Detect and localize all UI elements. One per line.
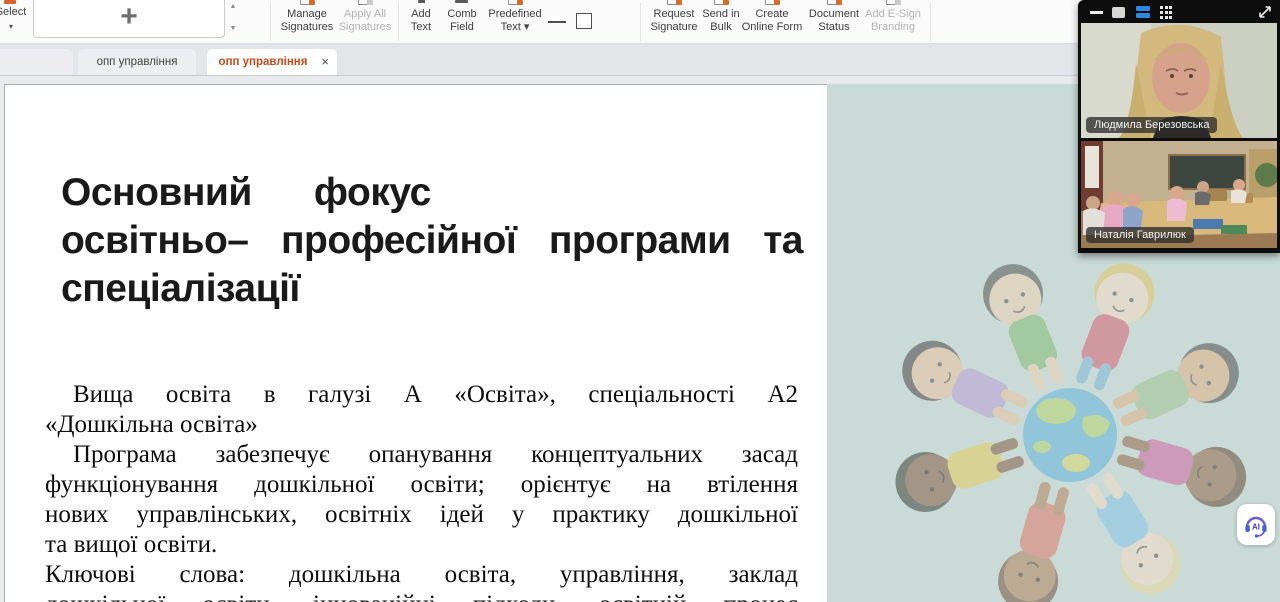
- plus-icon: +: [120, 3, 138, 31]
- add-esign-branding-label: Add E-Sign Branding: [865, 8, 921, 33]
- apply-all-signatures-button: Apply All Signatures: [336, 0, 394, 44]
- overlay-titlebar: [1078, 0, 1280, 22]
- minimize-icon[interactable]: [1090, 11, 1103, 14]
- body-line: функціонування дошкільної освіти; орієнт…: [45, 470, 798, 500]
- comb-field-button[interactable]: Comb Field: [442, 0, 482, 44]
- globe-icon: [1023, 388, 1117, 482]
- create-online-form-button[interactable]: Create Online Form: [740, 0, 804, 44]
- apply-all-signatures-icon: [357, 0, 373, 5]
- toolbar-separator: [270, 3, 271, 41]
- app-window: { "toolbar": { "select": { "label": "Sel…: [0, 0, 1280, 602]
- send-in-bulk-button[interactable]: Send in Bulk: [702, 0, 740, 44]
- add-esign-branding-button: Add E-Sign Branding: [862, 0, 924, 44]
- body-line: «Дошкільна освіта»: [45, 410, 798, 440]
- participant-video-1[interactable]: Людмила Березовська: [1081, 23, 1277, 138]
- tab-label: опп управління: [219, 56, 308, 68]
- predefined-text-button[interactable]: Predefined Text ▾: [486, 0, 544, 44]
- predefined-text-label: Predefined Text ▾: [488, 8, 541, 33]
- pdf-page: Основний фокус освітньо– професійної про…: [4, 84, 827, 602]
- add-text-icon: [417, 0, 425, 5]
- add-esign-branding-icon: [885, 0, 901, 5]
- line-field-tool-icon[interactable]: [548, 21, 566, 23]
- expand-icon[interactable]: [1258, 5, 1272, 19]
- body-line: Програма забезпечує опанування концептуа…: [45, 440, 798, 470]
- tab-opp-upravlinnia-1[interactable]: опп управління: [78, 49, 196, 75]
- heading-line: Основний фокус: [61, 169, 803, 217]
- tab-partial[interactable]: [0, 49, 73, 75]
- gallery-view-icon[interactable]: [1160, 6, 1173, 19]
- document-status-label: Document Status: [809, 8, 859, 33]
- close-tab-icon[interactable]: ×: [321, 54, 329, 69]
- participant-name-badge: Людмила Березовська: [1086, 117, 1217, 133]
- request-signature-icon: [666, 0, 682, 5]
- participant-video-2[interactable]: Наталія Гаврилюк: [1081, 141, 1277, 248]
- comb-field-icon: [454, 0, 470, 5]
- select-icon: [4, 0, 16, 4]
- slide-heading: Основний фокус освітньо– професійної про…: [61, 169, 803, 313]
- send-in-bulk-label: Send in Bulk: [702, 8, 739, 33]
- body-line: нових управлінських, освітніх ідей у пра…: [45, 500, 798, 530]
- tab-label: опп управління: [97, 56, 178, 68]
- video-call-overlay[interactable]: Людмила Березовська Наталія Гаврилюк: [1078, 0, 1280, 253]
- body-line: Вища освіта в галузі А «Освіта», спеціал…: [45, 380, 798, 410]
- body-line: та вищої освіти.: [45, 530, 798, 560]
- ai-headset-icon: AI: [1242, 511, 1270, 539]
- body-line: дошкільної освіти, інноваційні підходи, …: [45, 590, 798, 602]
- manage-signatures-label: Manage Signatures: [281, 8, 334, 33]
- rectangle-field-tool-icon[interactable]: [576, 13, 592, 29]
- toolbar-separator: [398, 3, 399, 41]
- add-signature-box[interactable]: +: [33, 0, 225, 38]
- document-status-button[interactable]: Document Status: [806, 0, 862, 44]
- select-label: Select: [0, 6, 26, 18]
- active-view-icon[interactable]: [1136, 6, 1150, 19]
- request-signature-label: Request Signature: [650, 8, 697, 33]
- comb-field-label: Comb Field: [447, 8, 476, 33]
- speaker-view-icon[interactable]: [1112, 7, 1125, 18]
- apply-all-signatures-label: Apply All Signatures: [339, 8, 392, 33]
- spinner-down-icon[interactable]: ▼: [227, 22, 239, 36]
- add-text-label: Add Text: [411, 8, 431, 33]
- manage-signatures-icon: [299, 0, 315, 5]
- ai-assistant-button[interactable]: AI: [1237, 504, 1275, 545]
- heading-line: освітньо– професійної програми та: [61, 217, 803, 265]
- toolbar-separator: [640, 3, 641, 41]
- signature-list-spinner: ▲ ▼: [227, 0, 239, 36]
- create-online-form-icon: [764, 0, 780, 5]
- document-status-icon: [826, 0, 842, 5]
- request-signature-button[interactable]: Request Signature: [648, 0, 700, 44]
- heading-line: спеціалізації: [61, 265, 803, 313]
- chevron-down-icon: ▾: [0, 20, 32, 33]
- select-button[interactable]: Select ▾: [0, 0, 32, 44]
- add-text-button[interactable]: Add Text: [402, 0, 440, 44]
- body-line: Ключові слова: дошкільна освіта, управлі…: [45, 560, 798, 590]
- tab-opp-upravlinnia-2-active[interactable]: опп управління ×: [207, 49, 337, 75]
- toolbar-separator: [930, 3, 931, 41]
- slide-body-text: Вища освіта в галузі А «Освіта», спеціал…: [45, 380, 798, 602]
- send-in-bulk-icon: [713, 0, 729, 5]
- participant-name-badge: Наталія Гаврилюк: [1086, 227, 1194, 243]
- predefined-text-icon: [507, 0, 523, 5]
- spinner-up-icon[interactable]: ▲: [227, 0, 239, 14]
- ai-label: AI: [1252, 522, 1260, 531]
- manage-signatures-button[interactable]: Manage Signatures: [280, 0, 334, 44]
- create-online-form-label: Create Online Form: [742, 8, 803, 33]
